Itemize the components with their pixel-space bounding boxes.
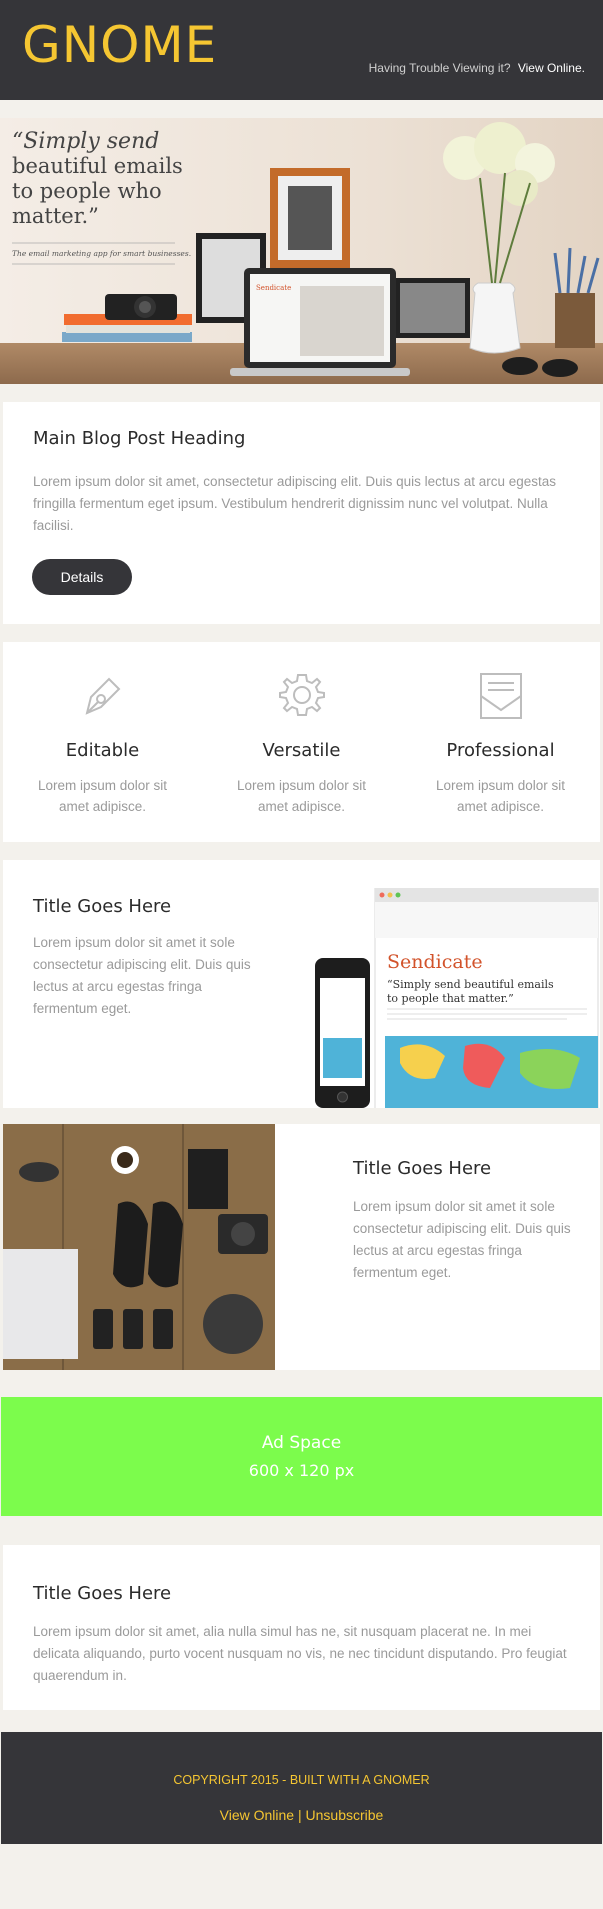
logo: GNOME <box>22 16 218 74</box>
feature-professional: Professional Lorem ipsum dolor sit amet … <box>401 666 600 817</box>
hero-quote-line1: “Simply send <box>12 129 159 154</box>
content-section-image-left: Title Goes Here Lorem ipsum dolor sit am… <box>3 1124 600 1370</box>
feature-text: Lorem ipsum dolor sit amet adipisce. <box>236 778 367 814</box>
feature-title: Professional <box>446 740 555 761</box>
feature-text: Lorem ipsum dolor sit amet adipisce. <box>435 778 566 814</box>
hero-quote-line3: to people who <box>12 179 162 203</box>
trouble-viewing-text: Having Trouble Viewing it? View Online. <box>369 61 585 75</box>
feature-title: Editable <box>65 740 140 761</box>
email-header: GNOME Having Trouble Viewing it? View On… <box>0 0 603 100</box>
footer-links: View Online | Unsubscribe <box>1 1807 602 1823</box>
view-online-link[interactable]: View Online. <box>518 61 585 75</box>
hero-quote-line4: matter.” <box>12 204 99 228</box>
ad-size-label: 600 x 120 px <box>248 1461 355 1480</box>
laptop-screen-brand: Sendicate <box>256 284 291 292</box>
gear-icon <box>278 674 325 716</box>
features-section: Editable Lorem ipsum dolor sit amet adip… <box>3 642 600 842</box>
copyright-text: COPYRIGHT 2015 - BUILT WITH A GNOMER <box>173 1773 430 1787</box>
hero-tagline: The email marketing app for smart busine… <box>12 249 191 258</box>
screenshot-brand: Sendicate <box>387 951 483 973</box>
content-section-image-right: Title Goes Here Lorem ipsum dolor sit am… <box>3 860 600 1108</box>
section-title: Title Goes Here <box>353 1158 492 1179</box>
ad-space-banner[interactable]: Ad Space 600 x 120 px <box>1 1397 602 1516</box>
section-body: Lorem ipsum dolor sit amet, alia nulla s… <box>33 1624 567 1683</box>
hero-image: “Simply send beautiful emails to people … <box>0 118 603 384</box>
screenshot-quote-line2: to people that matter.” <box>387 992 514 1005</box>
hero-quote-line2: beautiful emails <box>12 154 183 178</box>
blog-post-heading: Main Blog Post Heading <box>33 428 246 449</box>
email-footer: COPYRIGHT 2015 - BUILT WITH A GNOMER Vie… <box>1 1732 602 1844</box>
footer-separator: | <box>297 1807 302 1823</box>
content-section-text: Title Goes Here Lorem ipsum dolor sit am… <box>3 1545 600 1710</box>
section-title: Title Goes Here <box>33 896 172 917</box>
flatlay-photo <box>3 1124 275 1370</box>
screenshot-quote-line1: “Simply send beautiful emails <box>387 978 554 991</box>
app-screenshot-image: Sendicate “Simply send beautiful emails … <box>315 888 599 1108</box>
blog-post-section: Main Blog Post Heading Lorem ipsum dolor… <box>3 402 600 624</box>
details-button[interactable]: Details <box>32 559 132 595</box>
footer-view-online-link[interactable]: View Online <box>220 1807 294 1823</box>
section-body: Lorem ipsum dolor sit amet it sole conse… <box>353 1199 571 1280</box>
pen-icon <box>85 677 120 715</box>
envelope-icon <box>479 673 522 719</box>
section-title: Title Goes Here <box>33 1583 172 1604</box>
feature-versatile: Versatile Lorem ipsum dolor sit amet adi… <box>202 666 401 817</box>
blog-post-body: Lorem ipsum dolor sit amet, consectetur … <box>33 474 556 533</box>
feature-editable: Editable Lorem ipsum dolor sit amet adip… <box>3 666 202 817</box>
feature-text: Lorem ipsum dolor sit amet adipisce. <box>37 778 168 814</box>
section-body: Lorem ipsum dolor sit amet it sole conse… <box>33 935 251 1016</box>
feature-title: Versatile <box>262 740 341 761</box>
ad-space-label: Ad Space <box>261 1433 342 1453</box>
unsubscribe-link[interactable]: Unsubscribe <box>306 1807 384 1823</box>
trouble-viewing-label: Having Trouble Viewing it? <box>368 61 511 75</box>
